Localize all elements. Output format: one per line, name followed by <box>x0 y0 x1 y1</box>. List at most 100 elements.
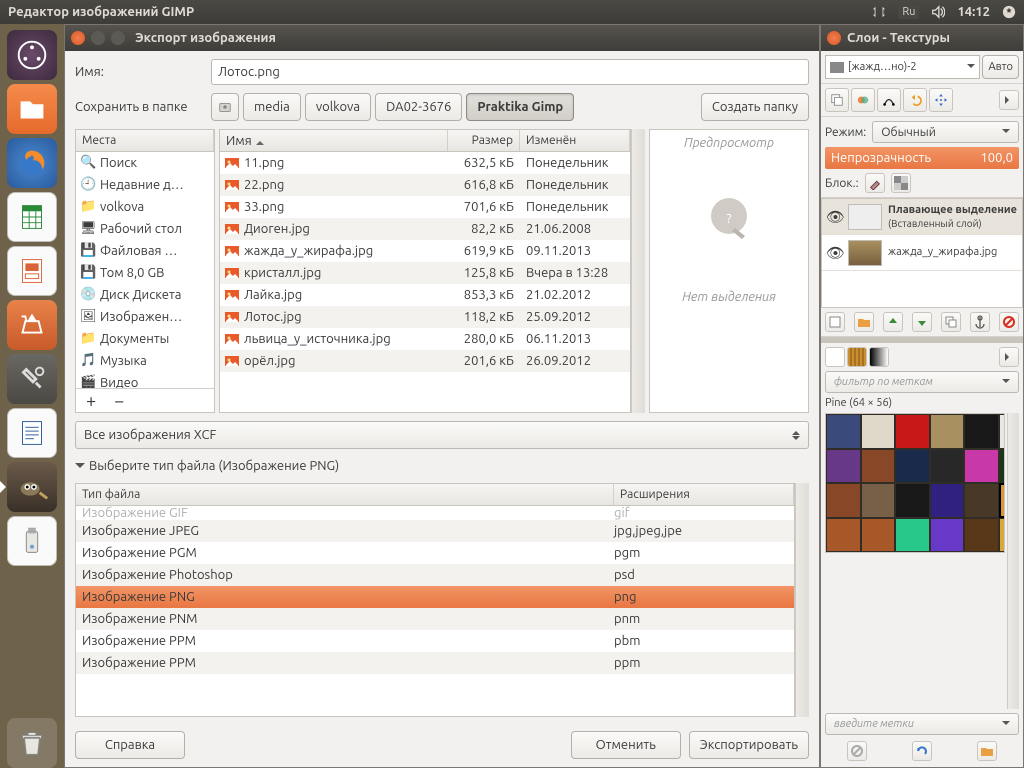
layer-duplicate-icon[interactable] <box>941 312 961 332</box>
launcher-calc[interactable] <box>7 192 57 242</box>
texture-delete-icon[interactable] <box>847 741 867 761</box>
layer-anchor-icon[interactable] <box>970 312 990 332</box>
path-segment-da02[interactable]: DA02-3676 <box>375 93 462 121</box>
filetype-scrollbar[interactable] <box>795 483 809 717</box>
layer-new-group-icon[interactable] <box>854 312 874 332</box>
texture-cell[interactable] <box>964 449 999 484</box>
column-header-size[interactable]: Размер <box>448 130 520 151</box>
texture-cell[interactable] <box>964 518 999 553</box>
texture-cell[interactable] <box>895 414 930 449</box>
filetype-row[interactable]: Изображение PPMppm <box>76 652 794 674</box>
texture-cell[interactable] <box>999 414 1006 449</box>
texture-cell[interactable] <box>826 518 861 553</box>
column-header-filetype[interactable]: Тип файла <box>76 484 614 505</box>
launcher-settings[interactable] <box>7 354 57 404</box>
places-item[interactable]: 💾Файловая … <box>76 240 214 262</box>
tab-channels-icon[interactable] <box>851 88 875 112</box>
texture-refresh-icon[interactable] <box>912 741 932 761</box>
filetype-row[interactable]: Изображение GIFgif <box>76 506 794 520</box>
places-header[interactable]: Места <box>76 130 214 151</box>
texture-cell[interactable] <box>964 483 999 518</box>
launcher-files[interactable] <box>7 84 57 134</box>
texture-grid[interactable] <box>825 413 1005 553</box>
dialog-titlebar[interactable]: Экспорт изображения <box>65 25 819 51</box>
volume-indicator[interactable] <box>931 5 945 19</box>
places-item[interactable]: 📁Документы <box>76 328 214 350</box>
path-root-button[interactable] <box>211 93 239 121</box>
texture-filter-input[interactable]: фильтр по меткам <box>825 371 1019 393</box>
keyboard-layout-indicator[interactable]: Ru <box>898 5 919 19</box>
places-item[interactable]: 🖼Изображен… <box>76 306 214 328</box>
texture-open-icon[interactable] <box>977 741 997 761</box>
tab-undo-icon[interactable] <box>903 88 927 112</box>
texture-scrollbar[interactable] <box>1007 413 1019 709</box>
texture-cell[interactable] <box>895 449 930 484</box>
texture-tab-3[interactable] <box>869 347 889 367</box>
layer-down-icon[interactable] <box>912 312 932 332</box>
file-row[interactable]: орёл.jpg201,6 кБ26.09.2012 <box>220 350 630 372</box>
help-button[interactable]: Справка <box>75 731 185 759</box>
export-button[interactable]: Экспортировать <box>689 731 809 759</box>
clock[interactable]: 14:12 <box>957 5 990 19</box>
layers-close-button[interactable] <box>827 31 841 45</box>
tab-layers-icon[interactable] <box>825 88 849 112</box>
launcher-impress[interactable] <box>7 246 57 296</box>
window-close-button[interactable] <box>71 31 85 45</box>
launcher-writer[interactable] <box>7 408 57 458</box>
path-segment-volkova[interactable]: volkova <box>305 93 371 121</box>
layer-mode-combo[interactable]: Обычный <box>872 121 1019 143</box>
filetype-disclosure[interactable]: Выберите тип файла (Изображение PNG) <box>75 457 809 475</box>
visibility-toggle-icon[interactable]: 👁 <box>826 208 842 226</box>
texture-tab-1[interactable] <box>825 347 845 367</box>
texture-cell[interactable] <box>999 449 1006 484</box>
network-indicator[interactable] <box>872 5 886 19</box>
path-segment-praktika[interactable]: Praktika Gimp <box>466 93 574 121</box>
file-row[interactable]: львица_у_источника.jpg280,0 кБ06.11.2013 <box>220 328 630 350</box>
places-item[interactable]: 🕘Недавние д… <box>76 174 214 196</box>
texture-cell[interactable] <box>826 414 861 449</box>
filetype-row[interactable]: Изображение PGMpgm <box>76 542 794 564</box>
lock-paint-icon[interactable] <box>865 173 885 193</box>
texture-cell[interactable] <box>826 449 861 484</box>
file-row[interactable]: 22.png616,8 кБПонедельник <box>220 174 630 196</box>
filetype-row[interactable]: Изображение PNMpnm <box>76 608 794 630</box>
texture-cell[interactable] <box>999 483 1006 518</box>
launcher-firefox[interactable] <box>7 138 57 188</box>
places-item[interactable]: 💿Диск Дискета <box>76 284 214 306</box>
texture-cell[interactable] <box>964 414 999 449</box>
texture-cell[interactable] <box>895 518 930 553</box>
launcher-trash[interactable] <box>7 718 57 768</box>
texture-cell[interactable] <box>826 483 861 518</box>
filetype-row[interactable]: Изображение PNGpng <box>76 586 794 608</box>
window-minimize-button[interactable] <box>91 31 105 45</box>
texture-cell[interactable] <box>861 518 896 553</box>
tab-paths-icon[interactable] <box>877 88 901 112</box>
column-header-modified[interactable]: Изменён <box>520 130 630 151</box>
layers-titlebar[interactable]: Слои - Текстуры <box>821 25 1023 51</box>
visibility-toggle-icon[interactable]: 👁 <box>826 244 842 262</box>
layer-delete-icon[interactable] <box>999 312 1019 332</box>
texture-cell[interactable] <box>930 414 965 449</box>
launcher-usb-drive[interactable] <box>7 516 57 566</box>
file-list[interactable]: 11.png632,5 кБПонедельник22.png616,8 кБП… <box>220 152 630 412</box>
filename-input[interactable] <box>211 59 809 85</box>
places-item[interactable]: 🎬Видео <box>76 372 214 388</box>
tab-move-icon[interactable] <box>929 88 953 112</box>
launcher-gimp[interactable] <box>7 462 57 512</box>
image-selector[interactable]: [жажд…но)-2 <box>825 55 980 79</box>
tab-config-icon[interactable] <box>999 90 1019 110</box>
places-item[interactable]: 🔍Поиск <box>76 152 214 174</box>
layer-up-icon[interactable] <box>883 312 903 332</box>
file-row[interactable]: Лайка.jpg853,3 кБ21.02.2012 <box>220 284 630 306</box>
filetype-row[interactable]: Изображение JPEGjpg,jpeg,jpe <box>76 520 794 542</box>
file-row[interactable]: жажда_у_жирафа.jpg619,9 кБ09.11.2013 <box>220 240 630 262</box>
layer-list[interactable]: 👁 Плавающее выделение(Вставленный слой) … <box>821 198 1023 308</box>
launcher-dash[interactable] <box>7 30 57 80</box>
file-row[interactable]: Лотос.jpg118,2 кБ25.09.2012 <box>220 306 630 328</box>
texture-tab-2[interactable] <box>847 347 867 367</box>
launcher-software-center[interactable] <box>7 300 57 350</box>
places-item[interactable]: 📁volkova <box>76 196 214 218</box>
filetype-row[interactable]: Изображение PPMpbm <box>76 630 794 652</box>
path-segment-media[interactable]: media <box>243 93 301 121</box>
file-row[interactable]: Диоген.jpg82,2 кБ21.06.2008 <box>220 218 630 240</box>
